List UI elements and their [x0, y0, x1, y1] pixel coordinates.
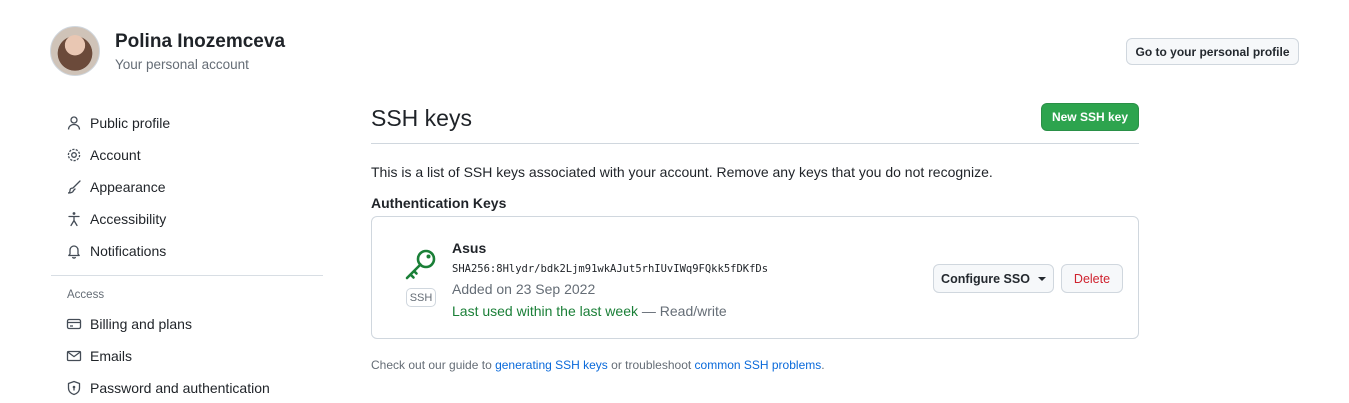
page-header: SSH keys New SSH key	[371, 100, 1139, 144]
sidebar-item-appearance[interactable]: Appearance	[51, 171, 323, 203]
key-fingerprint: SHA256:8Hlydr/bdk2Ljm91wkAJut5rhIUvIWq9F…	[452, 263, 769, 275]
sidebar-item-label: Billing and plans	[90, 316, 192, 332]
sidebar-item-billing[interactable]: Billing and plans	[51, 308, 323, 340]
mail-icon	[66, 348, 82, 364]
paintbrush-icon	[66, 179, 82, 195]
ssh-keys-panel: SSH keys New SSH key This is a list of S…	[371, 100, 1139, 372]
key-last-used: Last used within the last week — Read/wr…	[452, 303, 727, 319]
sidebar-heading-access: Access	[67, 289, 105, 301]
authentication-keys-heading: Authentication Keys	[371, 195, 507, 211]
key-added-date: Added on 23 Sep 2022	[452, 281, 596, 297]
sidebar-item-public-profile[interactable]: Public profile	[51, 107, 323, 139]
key-icon	[402, 247, 438, 283]
key-type-badge: SSH	[406, 288, 436, 307]
key-access-level: — Read/write	[638, 303, 727, 319]
key-last-used-text: Last used within the last week	[452, 303, 638, 319]
bell-icon	[66, 243, 82, 259]
guide-middle: or troubleshoot	[607, 358, 695, 372]
ssh-guide-text: Check out our guide to generating SSH ke…	[371, 358, 825, 372]
new-ssh-key-button[interactable]: New SSH key	[1041, 103, 1139, 131]
sidebar-item-accessibility[interactable]: Accessibility	[51, 203, 323, 235]
user-name: Polina Inozemceva	[115, 31, 286, 52]
person-icon	[66, 115, 82, 131]
guide-prefix: Check out our guide to	[371, 358, 496, 372]
sidebar-item-label: Notifications	[90, 243, 167, 259]
credit-card-icon	[66, 316, 82, 332]
sidebar-item-label: Public profile	[90, 115, 171, 131]
avatar[interactable]	[50, 26, 100, 76]
gear-icon	[66, 147, 82, 163]
go-to-profile-button[interactable]: Go to your personal profile	[1126, 38, 1299, 65]
settings-sidebar: Public profile Account Appearance Access…	[51, 107, 323, 403]
caret-down-icon	[1037, 276, 1046, 281]
sidebar-item-label: Appearance	[90, 179, 166, 195]
generating-ssh-keys-link[interactable]: generating SSH keys	[495, 358, 608, 372]
guide-suffix: .	[821, 358, 825, 372]
sidebar-item-account[interactable]: Account	[51, 139, 323, 171]
sidebar-divider	[51, 275, 323, 276]
sidebar-item-password-auth[interactable]: Password and authentication	[51, 372, 323, 403]
sidebar-item-label: Accessibility	[90, 211, 167, 227]
sidebar-item-notifications[interactable]: Notifications	[51, 235, 323, 267]
sidebar-item-label: Password and authentication	[90, 380, 270, 396]
sidebar-item-emails[interactable]: Emails	[51, 340, 323, 372]
intro-text: This is a list of SSH keys associated wi…	[371, 164, 993, 180]
page-title: SSH keys	[371, 105, 472, 131]
ssh-key-item: SSH Asus SHA256:8Hlydr/bdk2Ljm91wkAJut5r…	[371, 216, 1139, 339]
key-title: Asus	[452, 240, 487, 256]
sidebar-item-label: Emails	[90, 348, 133, 364]
account-type-label: Your personal account	[115, 57, 249, 72]
sidebar-item-label: Account	[90, 147, 141, 163]
configure-sso-label: Configure SSO	[941, 271, 1030, 286]
configure-sso-button[interactable]: Configure SSO	[933, 264, 1054, 293]
shield-lock-icon	[66, 380, 82, 396]
delete-key-button[interactable]: Delete	[1061, 264, 1123, 293]
accessibility-icon	[66, 211, 82, 227]
common-ssh-problems-link[interactable]: common SSH problems	[695, 358, 822, 372]
